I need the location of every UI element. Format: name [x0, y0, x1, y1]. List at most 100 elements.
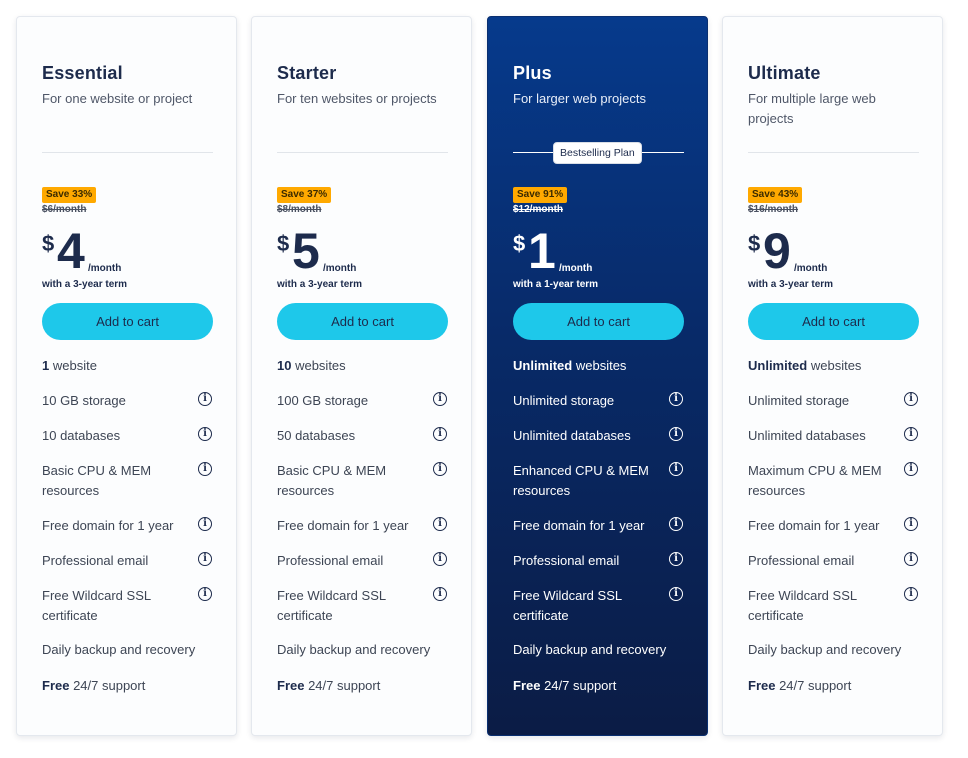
feature-domain: Free domain for 1 year i	[513, 516, 684, 536]
price-term: with a 3-year term	[748, 279, 834, 290]
feature-backup: Daily backup and recovery	[277, 642, 431, 657]
plan-subtitle: For one website or project	[42, 91, 193, 106]
feature-email: Professional email i	[42, 551, 213, 571]
feature-ssl: Free Wildcard SSL certificate i	[277, 586, 448, 626]
feature-databases: Unlimited databases i	[513, 426, 684, 446]
bestselling-badge: Bestselling Plan	[553, 142, 642, 164]
price-amount: 4	[57, 223, 85, 279]
info-icon[interactable]: i	[198, 462, 212, 476]
currency-symbol: $	[277, 231, 290, 256]
feature-support: Free 24/7 support	[513, 678, 617, 693]
price-period: /month	[794, 263, 828, 274]
feature-ssl: Free Wildcard SSL certificate i	[748, 586, 919, 626]
info-icon[interactable]: i	[669, 427, 683, 441]
add-to-cart-button[interactable]: Add to cart	[748, 303, 919, 340]
feature-resources: Basic CPU & MEM resources i	[277, 461, 448, 501]
divider	[748, 152, 919, 153]
feature-resources: Enhanced CPU & MEM resources i	[513, 461, 684, 501]
add-to-cart-button[interactable]: Add to cart	[277, 303, 448, 340]
feature-websites: 10 websites	[277, 358, 346, 373]
info-icon[interactable]: i	[198, 552, 212, 566]
info-icon[interactable]: i	[433, 427, 447, 441]
feature-backup: Daily backup and recovery	[748, 642, 902, 657]
feature-backup: Daily backup and recovery	[513, 642, 667, 657]
divider	[277, 152, 448, 153]
price-term: with a 3-year term	[42, 279, 128, 290]
currency-symbol: $	[748, 231, 761, 256]
plan-subtitle: For ten websites or projects	[277, 91, 437, 106]
old-price: $8/month	[277, 204, 322, 215]
plan-subtitle: For larger web projects	[513, 91, 646, 106]
info-icon[interactable]: i	[904, 427, 918, 441]
old-price: $16/month	[748, 204, 799, 215]
feature-databases: 10 databases i	[42, 426, 213, 446]
feature-storage: Unlimited storage i	[513, 391, 684, 411]
save-badge: Save 43%	[748, 187, 803, 203]
info-icon[interactable]: i	[198, 427, 212, 441]
feature-resources: Basic CPU & MEM resources i	[42, 461, 213, 501]
info-icon[interactable]: i	[433, 587, 447, 601]
info-icon[interactable]: i	[433, 392, 447, 406]
plan-card-ultimate: Ultimate For multiple large web projects…	[722, 16, 943, 736]
price-period: /month	[323, 263, 357, 274]
feature-databases: Unlimited databases i	[748, 426, 919, 446]
info-icon[interactable]: i	[198, 587, 212, 601]
info-icon[interactable]: i	[669, 552, 683, 566]
feature-support: Free 24/7 support	[748, 678, 852, 693]
feature-websites: 1 website	[42, 358, 97, 373]
plan-title: Ultimate	[748, 63, 821, 83]
plan-title: Essential	[42, 63, 123, 83]
feature-email: Professional email i	[277, 551, 448, 571]
info-icon[interactable]: i	[198, 517, 212, 531]
info-icon[interactable]: i	[904, 587, 918, 601]
bestselling-ribbon: Bestselling Plan	[513, 142, 684, 164]
feature-support: Free 24/7 support	[277, 678, 381, 693]
info-icon[interactable]: i	[904, 392, 918, 406]
price-period: /month	[88, 263, 122, 274]
info-icon[interactable]: i	[669, 392, 683, 406]
pricing-cards: Essential For one website or project Sav…	[0, 0, 968, 758]
info-icon[interactable]: i	[433, 462, 447, 476]
feature-domain: Free domain for 1 year i	[277, 516, 448, 536]
plan-card-essential: Essential For one website or project Sav…	[16, 16, 237, 736]
feature-websites: Unlimited websites	[513, 358, 627, 373]
feature-storage: 100 GB storage i	[277, 391, 448, 411]
info-icon[interactable]: i	[669, 517, 683, 531]
currency-symbol: $	[513, 231, 526, 256]
price-period: /month	[559, 263, 593, 274]
add-to-cart-button[interactable]: Add to cart	[42, 303, 213, 340]
feature-domain: Free domain for 1 year i	[42, 516, 213, 536]
feature-websites: Unlimited websites	[748, 358, 862, 373]
price-amount: 1	[528, 223, 556, 279]
plan-card-starter: Starter For ten websites or projects Sav…	[251, 16, 472, 736]
info-icon[interactable]: i	[198, 392, 212, 406]
info-icon[interactable]: i	[904, 552, 918, 566]
info-icon[interactable]: i	[904, 462, 918, 476]
divider	[42, 152, 213, 153]
plan-title: Plus	[513, 63, 552, 83]
info-icon[interactable]: i	[433, 552, 447, 566]
feature-domain: Free domain for 1 year i	[748, 516, 919, 536]
info-icon[interactable]: i	[669, 462, 683, 476]
feature-email: Professional email i	[748, 551, 919, 571]
add-to-cart-button[interactable]: Add to cart	[513, 303, 684, 340]
old-price: $12/month	[513, 204, 564, 215]
info-icon[interactable]: i	[669, 587, 683, 601]
price-amount: 5	[292, 223, 320, 279]
save-badge: Save 33%	[42, 187, 97, 203]
plan-title: Starter	[277, 63, 337, 83]
currency-symbol: $	[42, 231, 55, 256]
info-icon[interactable]: i	[904, 517, 918, 531]
plan-subtitle: For multiple large web projects	[748, 91, 876, 126]
save-badge: Save 37%	[277, 187, 332, 203]
feature-storage: Unlimited storage i	[748, 391, 919, 411]
old-price: $6/month	[42, 204, 87, 215]
feature-resources: Maximum CPU & MEM resources i	[748, 461, 919, 501]
feature-storage: 10 GB storage i	[42, 391, 213, 411]
feature-ssl: Free Wildcard SSL certificate i	[513, 586, 684, 626]
save-badge: Save 91%	[513, 187, 568, 203]
info-icon[interactable]: i	[433, 517, 447, 531]
price-amount: 9	[763, 223, 791, 279]
feature-email: Professional email i	[513, 551, 684, 571]
feature-support: Free 24/7 support	[42, 678, 146, 693]
